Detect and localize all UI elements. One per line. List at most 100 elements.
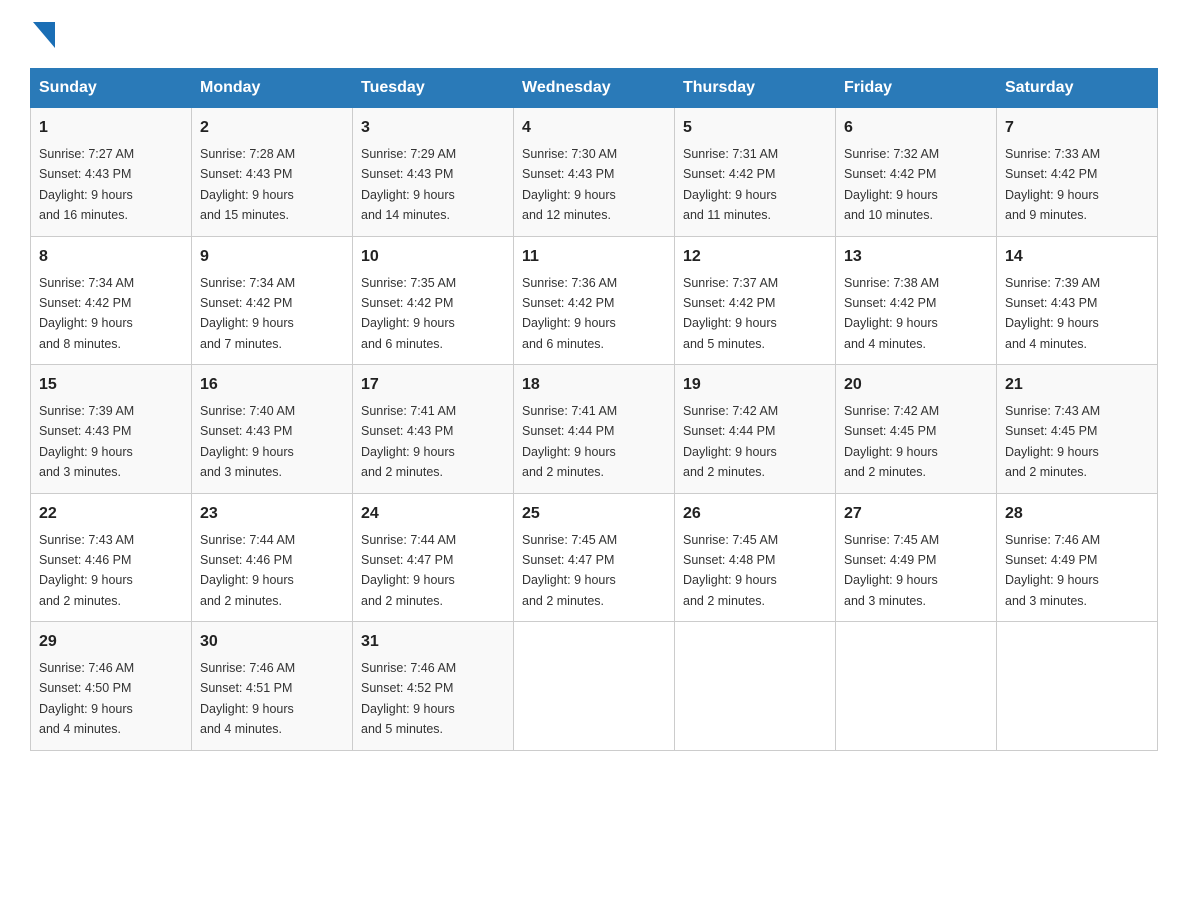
weekday-header-row: SundayMondayTuesdayWednesdayThursdayFrid…: [31, 69, 1158, 108]
calendar-day-cell: 25 Sunrise: 7:45 AMSunset: 4:47 PMDayligh…: [514, 493, 675, 622]
page-header: [30, 20, 1158, 48]
day-number: 24: [361, 502, 505, 526]
day-info: Sunrise: 7:27 AMSunset: 4:43 PMDaylight:…: [39, 147, 134, 222]
day-info: Sunrise: 7:46 AMSunset: 4:50 PMDaylight:…: [39, 661, 134, 736]
weekday-header-monday: Monday: [192, 69, 353, 108]
calendar-day-cell: 6 Sunrise: 7:32 AMSunset: 4:42 PMDaylight…: [836, 108, 997, 237]
day-info: Sunrise: 7:41 AMSunset: 4:43 PMDaylight:…: [361, 404, 456, 479]
day-number: 7: [1005, 116, 1149, 140]
calendar-day-cell: 23 Sunrise: 7:44 AMSunset: 4:46 PMDayligh…: [192, 493, 353, 622]
calendar-day-cell: [836, 622, 997, 751]
calendar-day-cell: [675, 622, 836, 751]
day-info: Sunrise: 7:42 AMSunset: 4:45 PMDaylight:…: [844, 404, 939, 479]
day-number: 23: [200, 502, 344, 526]
day-number: 6: [844, 116, 988, 140]
day-info: Sunrise: 7:44 AMSunset: 4:46 PMDaylight:…: [200, 533, 295, 608]
day-number: 14: [1005, 245, 1149, 269]
day-info: Sunrise: 7:30 AMSunset: 4:43 PMDaylight:…: [522, 147, 617, 222]
day-info: Sunrise: 7:29 AMSunset: 4:43 PMDaylight:…: [361, 147, 456, 222]
day-number: 28: [1005, 502, 1149, 526]
weekday-header-tuesday: Tuesday: [353, 69, 514, 108]
calendar-day-cell: 8 Sunrise: 7:34 AMSunset: 4:42 PMDaylight…: [31, 236, 192, 365]
day-number: 16: [200, 373, 344, 397]
weekday-header-friday: Friday: [836, 69, 997, 108]
calendar-day-cell: [997, 622, 1158, 751]
day-info: Sunrise: 7:44 AMSunset: 4:47 PMDaylight:…: [361, 533, 456, 608]
day-number: 10: [361, 245, 505, 269]
day-info: Sunrise: 7:46 AMSunset: 4:51 PMDaylight:…: [200, 661, 295, 736]
day-info: Sunrise: 7:35 AMSunset: 4:42 PMDaylight:…: [361, 276, 456, 351]
day-number: 31: [361, 630, 505, 654]
day-info: Sunrise: 7:39 AMSunset: 4:43 PMDaylight:…: [39, 404, 134, 479]
calendar-day-cell: 2Sunrise: 7:28 AMSunset: 4:43 PMDaylight…: [192, 108, 353, 237]
calendar-day-cell: 31 Sunrise: 7:46 AMSunset: 4:52 PMDayligh…: [353, 622, 514, 751]
calendar-day-cell: 1 Sunrise: 7:27 AMSunset: 4:43 PMDaylight…: [31, 108, 192, 237]
calendar-day-cell: 15 Sunrise: 7:39 AMSunset: 4:43 PMDayligh…: [31, 365, 192, 494]
day-number: 8: [39, 245, 183, 269]
weekday-header-wednesday: Wednesday: [514, 69, 675, 108]
day-info: Sunrise: 7:32 AMSunset: 4:42 PMDaylight:…: [844, 147, 939, 222]
day-info: Sunrise: 7:38 AMSunset: 4:42 PMDaylight:…: [844, 276, 939, 351]
weekday-header-sunday: Sunday: [31, 69, 192, 108]
day-info: Sunrise: 7:40 AMSunset: 4:43 PMDaylight:…: [200, 404, 295, 479]
calendar-day-cell: 21Sunrise: 7:43 AMSunset: 4:45 PMDayligh…: [997, 365, 1158, 494]
day-info: Sunrise: 7:34 AMSunset: 4:42 PMDaylight:…: [39, 276, 134, 351]
calendar-day-cell: 9 Sunrise: 7:34 AMSunset: 4:42 PMDaylight…: [192, 236, 353, 365]
calendar-day-cell: 26Sunrise: 7:45 AMSunset: 4:48 PMDayligh…: [675, 493, 836, 622]
calendar-week-row: 1 Sunrise: 7:27 AMSunset: 4:43 PMDaylight…: [31, 108, 1158, 237]
day-number: 9: [200, 245, 344, 269]
day-info: Sunrise: 7:39 AMSunset: 4:43 PMDaylight:…: [1005, 276, 1100, 351]
day-number: 4: [522, 116, 666, 140]
calendar-week-row: 8 Sunrise: 7:34 AMSunset: 4:42 PMDaylight…: [31, 236, 1158, 365]
calendar-week-row: 15 Sunrise: 7:39 AMSunset: 4:43 PMDayligh…: [31, 365, 1158, 494]
calendar-day-cell: 13 Sunrise: 7:38 AMSunset: 4:42 PMDayligh…: [836, 236, 997, 365]
calendar-day-cell: 28Sunrise: 7:46 AMSunset: 4:49 PMDayligh…: [997, 493, 1158, 622]
day-number: 12: [683, 245, 827, 269]
day-info: Sunrise: 7:41 AMSunset: 4:44 PMDaylight:…: [522, 404, 617, 479]
calendar-day-cell: 27Sunrise: 7:45 AMSunset: 4:49 PMDayligh…: [836, 493, 997, 622]
day-number: 27: [844, 502, 988, 526]
day-info: Sunrise: 7:34 AMSunset: 4:42 PMDaylight:…: [200, 276, 295, 351]
calendar-day-cell: 14 Sunrise: 7:39 AMSunset: 4:43 PMDayligh…: [997, 236, 1158, 365]
day-number: 29: [39, 630, 183, 654]
day-info: Sunrise: 7:45 AMSunset: 4:47 PMDaylight:…: [522, 533, 617, 608]
calendar-week-row: 29 Sunrise: 7:46 AMSunset: 4:50 PMDayligh…: [31, 622, 1158, 751]
calendar-day-cell: 20 Sunrise: 7:42 AMSunset: 4:45 PMDayligh…: [836, 365, 997, 494]
calendar-table: SundayMondayTuesdayWednesdayThursdayFrid…: [30, 68, 1158, 751]
day-number: 25: [522, 502, 666, 526]
day-number: 11: [522, 245, 666, 269]
day-number: 22: [39, 502, 183, 526]
calendar-day-cell: 5Sunrise: 7:31 AMSunset: 4:42 PMDaylight…: [675, 108, 836, 237]
calendar-day-cell: 7 Sunrise: 7:33 AMSunset: 4:42 PMDaylight…: [997, 108, 1158, 237]
calendar-day-cell: 11 Sunrise: 7:36 AMSunset: 4:42 PMDayligh…: [514, 236, 675, 365]
day-number: 3: [361, 116, 505, 140]
day-info: Sunrise: 7:36 AMSunset: 4:42 PMDaylight:…: [522, 276, 617, 351]
calendar-day-cell: 29 Sunrise: 7:46 AMSunset: 4:50 PMDayligh…: [31, 622, 192, 751]
calendar-day-cell: 17 Sunrise: 7:41 AMSunset: 4:43 PMDayligh…: [353, 365, 514, 494]
calendar-day-cell: 19Sunrise: 7:42 AMSunset: 4:44 PMDayligh…: [675, 365, 836, 494]
day-number: 2: [200, 116, 344, 140]
day-number: 20: [844, 373, 988, 397]
calendar-day-cell: 22 Sunrise: 7:43 AMSunset: 4:46 PMDayligh…: [31, 493, 192, 622]
day-info: Sunrise: 7:33 AMSunset: 4:42 PMDaylight:…: [1005, 147, 1100, 222]
day-number: 13: [844, 245, 988, 269]
day-info: Sunrise: 7:46 AMSunset: 4:52 PMDaylight:…: [361, 661, 456, 736]
day-info: Sunrise: 7:42 AMSunset: 4:44 PMDaylight:…: [683, 404, 778, 479]
calendar-day-cell: 24 Sunrise: 7:44 AMSunset: 4:47 PMDayligh…: [353, 493, 514, 622]
day-number: 30: [200, 630, 344, 654]
day-info: Sunrise: 7:43 AMSunset: 4:46 PMDaylight:…: [39, 533, 134, 608]
calendar-day-cell: 4 Sunrise: 7:30 AMSunset: 4:43 PMDaylight…: [514, 108, 675, 237]
calendar-day-cell: 12Sunrise: 7:37 AMSunset: 4:42 PMDayligh…: [675, 236, 836, 365]
calendar-day-cell: 16 Sunrise: 7:40 AMSunset: 4:43 PMDayligh…: [192, 365, 353, 494]
day-number: 15: [39, 373, 183, 397]
logo: [30, 20, 55, 48]
calendar-day-cell: 30 Sunrise: 7:46 AMSunset: 4:51 PMDayligh…: [192, 622, 353, 751]
day-number: 18: [522, 373, 666, 397]
day-number: 17: [361, 373, 505, 397]
calendar-day-cell: 3 Sunrise: 7:29 AMSunset: 4:43 PMDaylight…: [353, 108, 514, 237]
calendar-day-cell: [514, 622, 675, 751]
weekday-header-thursday: Thursday: [675, 69, 836, 108]
weekday-header-saturday: Saturday: [997, 69, 1158, 108]
day-number: 1: [39, 116, 183, 140]
day-info: Sunrise: 7:45 AMSunset: 4:48 PMDaylight:…: [683, 533, 778, 608]
